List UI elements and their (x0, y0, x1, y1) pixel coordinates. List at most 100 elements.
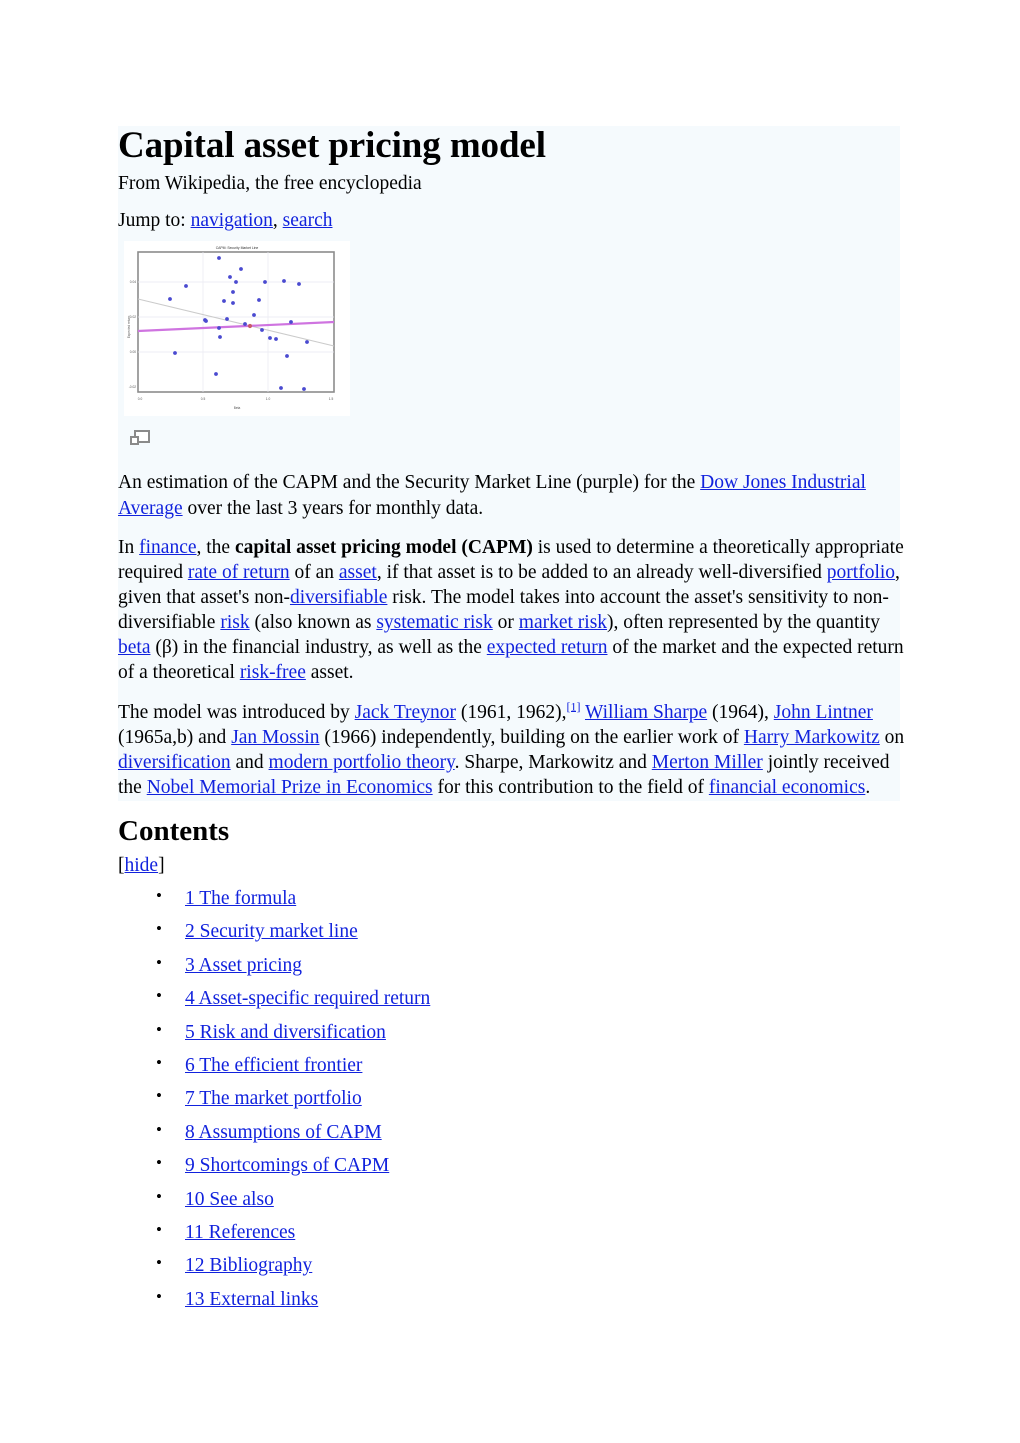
link-modern-portfolio-theory[interactable]: modern portfolio theory (269, 752, 455, 773)
text-fragment: (1966) independently, building on the ea… (319, 726, 744, 748)
text-fragment: (1964), (707, 701, 774, 723)
svg-text:1.5: 1.5 (329, 397, 334, 401)
term-capm: capital asset pricing model (CAPM) (234, 536, 533, 558)
jump-to-label: Jump to: (118, 209, 191, 231)
enlarge-icon[interactable] (130, 430, 152, 448)
toc-link-4[interactable]: 4 Asset-specific required return (185, 988, 430, 1009)
site-tagline: From Wikipedia, the free encyclopedia (118, 172, 422, 194)
toc-item-12: 12 Bibliography (118, 1253, 908, 1277)
jump-to-links: Jump to: navigation, search (118, 209, 908, 234)
caption-text-part2: over the last 3 years for monthly data. (182, 497, 484, 519)
reference-link-1[interactable]: [1] (566, 699, 580, 713)
text-fragment: (β) in the financial industry, as well a… (150, 637, 487, 659)
link-jack-treynor[interactable]: Jack Treynor (355, 702, 456, 723)
toc-link-7[interactable]: 7 The market portfolio (185, 1088, 362, 1109)
toc-list: 1 The formula 2 Security market line 3 Ass… (118, 886, 908, 1311)
toc-link-10[interactable]: 10 See also (185, 1189, 274, 1210)
svg-text:0.0: 0.0 (138, 397, 143, 401)
toc-item-10: 10 See also (118, 1187, 908, 1211)
figure-capm-chart: CAPM: Security Market Line 0.0 0.5 1.0 1… (124, 241, 352, 448)
text-fragment: . Sharpe, Markowitz and (454, 751, 652, 773)
text-fragment: for this contribution to the field of (432, 777, 709, 798)
jump-to-navigation-link[interactable]: navigation (191, 210, 273, 231)
text-fragment: The model was introduced by (118, 701, 355, 723)
text-fragment: , if that asset is to be added to an alr… (376, 561, 827, 583)
text-fragment: In (118, 536, 140, 558)
text-fragment: or (492, 612, 519, 634)
toc-item-9: 9 Shortcomings of CAPM (118, 1153, 908, 1177)
toc-link-1[interactable]: 1 The formula (185, 888, 296, 909)
link-john-lintner[interactable]: John Lintner (774, 702, 873, 723)
toc-link-5[interactable]: 5 Risk and diversification (185, 1022, 386, 1043)
text-fragment: , the (196, 536, 235, 558)
page-title: Capital asset pricing model (118, 125, 546, 166)
toc-link-13[interactable]: 13 External links (185, 1289, 318, 1310)
link-jan-mossin[interactable]: Jan Mossin (231, 727, 319, 748)
link-expected-return[interactable]: expected return (487, 637, 608, 658)
link-portfolio[interactable]: portfolio (827, 562, 895, 583)
toc-item-13: 13 External links (118, 1287, 908, 1311)
text-fragment: and (230, 751, 269, 773)
figure-caption: An estimation of the CAPM and the Securi… (118, 470, 908, 520)
article-page: Capital asset pricing model From Wikiped… (0, 0, 1020, 1443)
bracket-close: ] (158, 855, 165, 877)
svg-text:0.04: 0.04 (130, 280, 136, 284)
toc-link-12[interactable]: 12 Bibliography (185, 1255, 312, 1276)
link-risk[interactable]: risk (220, 612, 249, 633)
toc-link-2[interactable]: 2 Security market line (185, 921, 358, 942)
intro-paragraph-2: The model was introduced by Jack Treynor… (118, 700, 908, 801)
toc-item-1: 1 The formula (118, 886, 908, 910)
link-beta[interactable]: beta (118, 637, 150, 658)
link-asset[interactable]: asset (339, 562, 377, 583)
toc-item-11: 11 References (118, 1220, 908, 1244)
text-fragment: (also known as (249, 612, 377, 634)
toc-item-6: 6 The efficient frontier (118, 1053, 908, 1077)
text-fragment: on (879, 726, 905, 748)
toc-link-8[interactable]: 8 Assumptions of CAPM (185, 1122, 382, 1143)
svg-text:1.0: 1.0 (266, 397, 271, 401)
text-fragment: of an (289, 561, 339, 583)
article-content: Capital asset pricing model From Wikiped… (118, 126, 908, 800)
toc-hide-link[interactable]: hide (125, 855, 159, 876)
toc-link-11[interactable]: 11 References (185, 1222, 295, 1243)
chart-thumbnail[interactable]: CAPM: Security Market Line 0.0 0.5 1.0 1… (124, 241, 350, 417)
text-fragment: ), often represented by the quantity (607, 612, 880, 634)
svg-text:Expected return: Expected return (127, 316, 131, 339)
toc-link-6[interactable]: 6 The efficient frontier (185, 1055, 362, 1076)
svg-text:Beta: Beta (234, 406, 241, 410)
link-diversification[interactable]: diversification (118, 752, 231, 773)
svg-text:-0.02: -0.02 (129, 385, 136, 389)
link-merton-miller[interactable]: Merton Miller (652, 752, 763, 773)
link-systematic-risk[interactable]: systematic risk (376, 612, 492, 633)
jump-to-separator: , (272, 209, 283, 231)
link-harry-markowitz[interactable]: Harry Markowitz (744, 727, 880, 748)
toc-item-3: 3 Asset pricing (118, 953, 908, 977)
toc-link-9[interactable]: 9 Shortcomings of CAPM (185, 1155, 389, 1176)
link-financial-economics[interactable]: financial economics (709, 777, 865, 798)
contents-heading: Contents (118, 815, 230, 847)
text-fragment: asset. (305, 662, 354, 684)
svg-text:CAPM: Security Market Line: CAPM: Security Market Line (216, 246, 259, 250)
toc-item-8: 8 Assumptions of CAPM (118, 1120, 908, 1144)
toc-item-5: 5 Risk and diversification (118, 1020, 908, 1044)
toc-link-3[interactable]: 3 Asset pricing (185, 955, 302, 976)
svg-text:0.5: 0.5 (201, 397, 206, 401)
toc-item-4: 4 Asset-specific required return (118, 986, 908, 1010)
link-market-risk[interactable]: market risk (519, 612, 607, 633)
reference-marker-1[interactable]: [1] (566, 699, 580, 713)
table-of-contents: Contents [hide] 1 The formula 2 Security … (118, 815, 908, 1321)
toc-item-7: 7 The market portfolio (118, 1086, 908, 1110)
link-william-sharpe[interactable]: William Sharpe (585, 702, 707, 723)
link-rate-of-return[interactable]: rate of return (188, 562, 290, 583)
text-fragment: (1965a,b) and (118, 726, 232, 748)
svg-text:0.00: 0.00 (130, 350, 136, 354)
intro-paragraph-1: In finance, the capital asset pricing mo… (118, 535, 908, 686)
enlarge-icon-front (130, 436, 139, 446)
link-finance[interactable]: finance (139, 537, 196, 558)
toc-item-2: 2 Security market line (118, 919, 908, 943)
link-risk-free[interactable]: risk-free (240, 662, 306, 683)
link-diversifiable[interactable]: diversifiable (290, 587, 387, 608)
jump-to-search-link[interactable]: search (283, 210, 333, 231)
link-nobel-memorial-prize[interactable]: Nobel Memorial Prize in Economics (147, 777, 433, 798)
caption-text-part1: An estimation of the CAPM and the Securi… (118, 472, 701, 494)
